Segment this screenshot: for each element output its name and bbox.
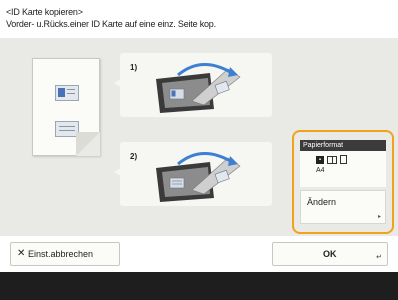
- change-format-label: Ändern: [307, 197, 337, 207]
- ok-label: OK: [323, 249, 337, 259]
- ok-button[interactable]: OK ↵: [272, 242, 388, 266]
- step-1-label: 1): [130, 63, 138, 72]
- paper-format-info: ▪ A4: [300, 151, 386, 187]
- cancel-settings-button[interactable]: ✕ Einst.abbrechen: [10, 242, 120, 266]
- id-card-front-icon: [55, 85, 79, 101]
- step-1-box: 1): [120, 53, 272, 117]
- scanner-back-icon: [156, 152, 241, 202]
- paper-format-group: Papierformat ▪ A4 Ändern ▸: [292, 130, 394, 234]
- document-sheet: [32, 58, 100, 156]
- status-bar: [0, 272, 398, 300]
- id-card-back-icon: [55, 121, 79, 137]
- cancel-settings-label: Einst.abbrechen: [28, 249, 94, 259]
- paper-format-title: Papierformat: [300, 140, 386, 151]
- book-icon: [327, 155, 337, 164]
- step-2-box: 2): [120, 142, 272, 206]
- page-icon: [340, 155, 347, 164]
- paper-size-value: A4: [316, 167, 325, 174]
- submenu-arrow-icon: ▸: [377, 214, 381, 220]
- screen-subtitle: Vorder- u.Rücks.einer ID Karte auf eine …: [6, 19, 216, 29]
- duplex-icon: ▪: [316, 155, 324, 164]
- scanner-front-icon: [156, 63, 241, 113]
- screen-title: <ID Karte kopieren>: [6, 7, 83, 17]
- header: <ID Karte kopieren> Vorder- u.Rücks.eine…: [6, 6, 392, 30]
- close-icon: ✕: [17, 248, 26, 259]
- step-2-label: 2): [130, 152, 138, 161]
- change-format-button[interactable]: Ändern ▸: [300, 190, 386, 224]
- enter-icon: ↵: [376, 254, 382, 261]
